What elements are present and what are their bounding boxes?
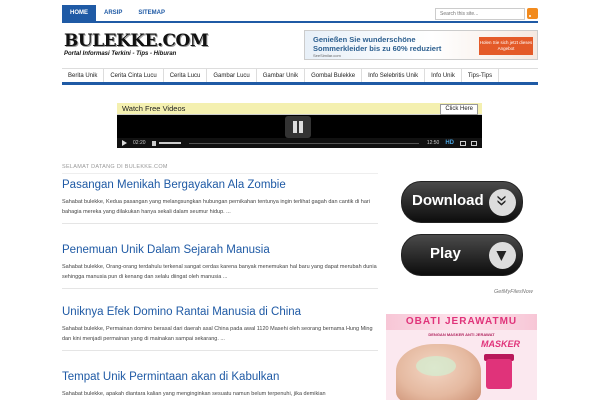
download-label: Download: [412, 192, 484, 209]
play-arrow-icon: [489, 242, 516, 269]
sidebar-ad-subtitle: DENGAN MASKER ANTI JERAWAT: [428, 332, 495, 337]
post-divider: [62, 223, 378, 224]
sidebar-ad-title: OBATI JERAWATMU: [405, 316, 518, 327]
pause-icon[interactable]: [285, 116, 311, 138]
play-icon[interactable]: [122, 140, 127, 146]
logo-tagline: Portal Informasi Terkini - Tips - Hibura…: [64, 51, 177, 57]
post-excerpt: Sahabat bulekke, apakah diantara kalian …: [62, 391, 326, 397]
product-jar-image: [486, 359, 512, 389]
header-ad-headline: Genießen Sie wunderschöne Sommerkleider …: [313, 35, 441, 53]
video-elapsed: 02:20: [133, 140, 146, 146]
header-ad-source: SeeSimilar.com: [313, 53, 341, 58]
hd-toggle[interactable]: HD: [445, 140, 454, 146]
rss-icon[interactable]: [527, 8, 538, 19]
fullscreen-icon[interactable]: [471, 140, 477, 146]
category-gambar-unik[interactable]: Gambar Unik: [257, 69, 306, 82]
header-ad-line-1: Genießen Sie wunderschöne: [313, 35, 416, 44]
video-player-topbar: Watch Free Videos Click Here: [117, 103, 482, 115]
play-label: Play: [430, 245, 461, 262]
download-arrow-icon: [489, 189, 516, 216]
download-button[interactable]: Download: [401, 181, 523, 223]
category-berita-unik[interactable]: Berita Unik: [62, 69, 105, 82]
site-logo[interactable]: BULEKKE.COM Portal Informasi Terkini - T…: [64, 31, 209, 62]
post-divider: [62, 288, 378, 289]
top-nav-sitemap[interactable]: SITEMAP: [130, 5, 173, 23]
category-cerita-cinta-lucu[interactable]: Cerita Cinta Lucu: [104, 69, 164, 82]
ad-credit[interactable]: GetMyFilesNow: [494, 289, 533, 295]
post-title-link[interactable]: Pasangan Menikah Bergayakan Ala Zombie: [62, 178, 378, 192]
category-nav: Berita Unik Cerita Cinta Lucu Cerita Luc…: [62, 68, 538, 85]
category-tips-tips[interactable]: Tips-Tips: [462, 69, 500, 82]
sidebar-ad-banner[interactable]: OBATI JERAWATMU DENGAN MASKER ANTI JERAW…: [386, 314, 537, 400]
post-excerpt: Sahabat bulekke, Kedua pasangan yang mel…: [62, 199, 370, 215]
video-player-title: Watch Free Videos: [122, 104, 186, 113]
post-item: Penemuan Unik Dalam Sejarah Manusia Saha…: [62, 243, 378, 289]
post-item: Tempat Unik Permintaan akan di Kabulkan …: [62, 370, 378, 399]
header-ad-line-2: Sommerkleider bis zu 60% reduziert: [313, 44, 442, 53]
category-info-selebritis-unik[interactable]: Info Selebritis Unik: [362, 69, 426, 82]
post-divider: [62, 350, 378, 351]
volume-slider[interactable]: [158, 142, 181, 144]
header-ad-banner[interactable]: Genießen Sie wunderschöne Sommerkleider …: [304, 30, 538, 60]
top-nav-arsip[interactable]: ARSIP: [96, 5, 130, 23]
mask-image: [416, 356, 456, 376]
post-title-link[interactable]: Penemuan Unik Dalam Sejarah Manusia: [62, 243, 378, 257]
post-item: Uniknya Efek Domino Rantai Manusia di Ch…: [62, 305, 378, 351]
play-button[interactable]: Play: [401, 234, 523, 276]
category-cerita-lucu[interactable]: Cerita Lucu: [164, 69, 208, 82]
post-excerpt: Sahabat bulekke, Orang-orang terdahulu t…: [62, 264, 377, 280]
logo-title: BULEKKE.COM: [64, 31, 209, 51]
post-excerpt: Sahabat bulekke, Permainan domino berasa…: [62, 326, 373, 342]
video-controls: 02:20 12:50 HD: [117, 138, 482, 148]
post-title-link[interactable]: Tempat Unik Permintaan akan di Kabulkan: [62, 370, 378, 384]
video-click-here-button[interactable]: Click Here: [440, 104, 478, 115]
top-bar: HOME ARSIP SITEMAP: [62, 5, 538, 23]
search-input[interactable]: [435, 8, 525, 20]
category-gombal-bulekke[interactable]: Gombal Bulekke: [305, 69, 363, 82]
welcome-heading: SELAMAT DATANG DI BULEKKE.COM: [62, 164, 378, 174]
video-duration: 12:50: [426, 140, 440, 146]
post-item: Pasangan Menikah Bergayakan Ala Zombie S…: [62, 178, 378, 224]
top-nav-home[interactable]: HOME: [62, 5, 96, 23]
category-info-unik[interactable]: Info Unik: [425, 69, 462, 82]
sidebar-ad-brand: MASKER: [481, 339, 521, 349]
volume-icon[interactable]: [151, 140, 156, 146]
category-gambar-lucu[interactable]: Gambar Lucu: [207, 69, 257, 82]
video-progress-bar[interactable]: [188, 142, 419, 144]
video-player[interactable]: Watch Free Videos Click Here 02:20 12:50…: [117, 103, 482, 148]
post-title-link[interactable]: Uniknya Efek Domino Rantai Manusia di Ch…: [62, 305, 378, 319]
header-ad-button[interactable]: Holen Sie sich jetzt dieses Angebot: [479, 37, 533, 55]
screen-size-icon[interactable]: [460, 140, 466, 146]
